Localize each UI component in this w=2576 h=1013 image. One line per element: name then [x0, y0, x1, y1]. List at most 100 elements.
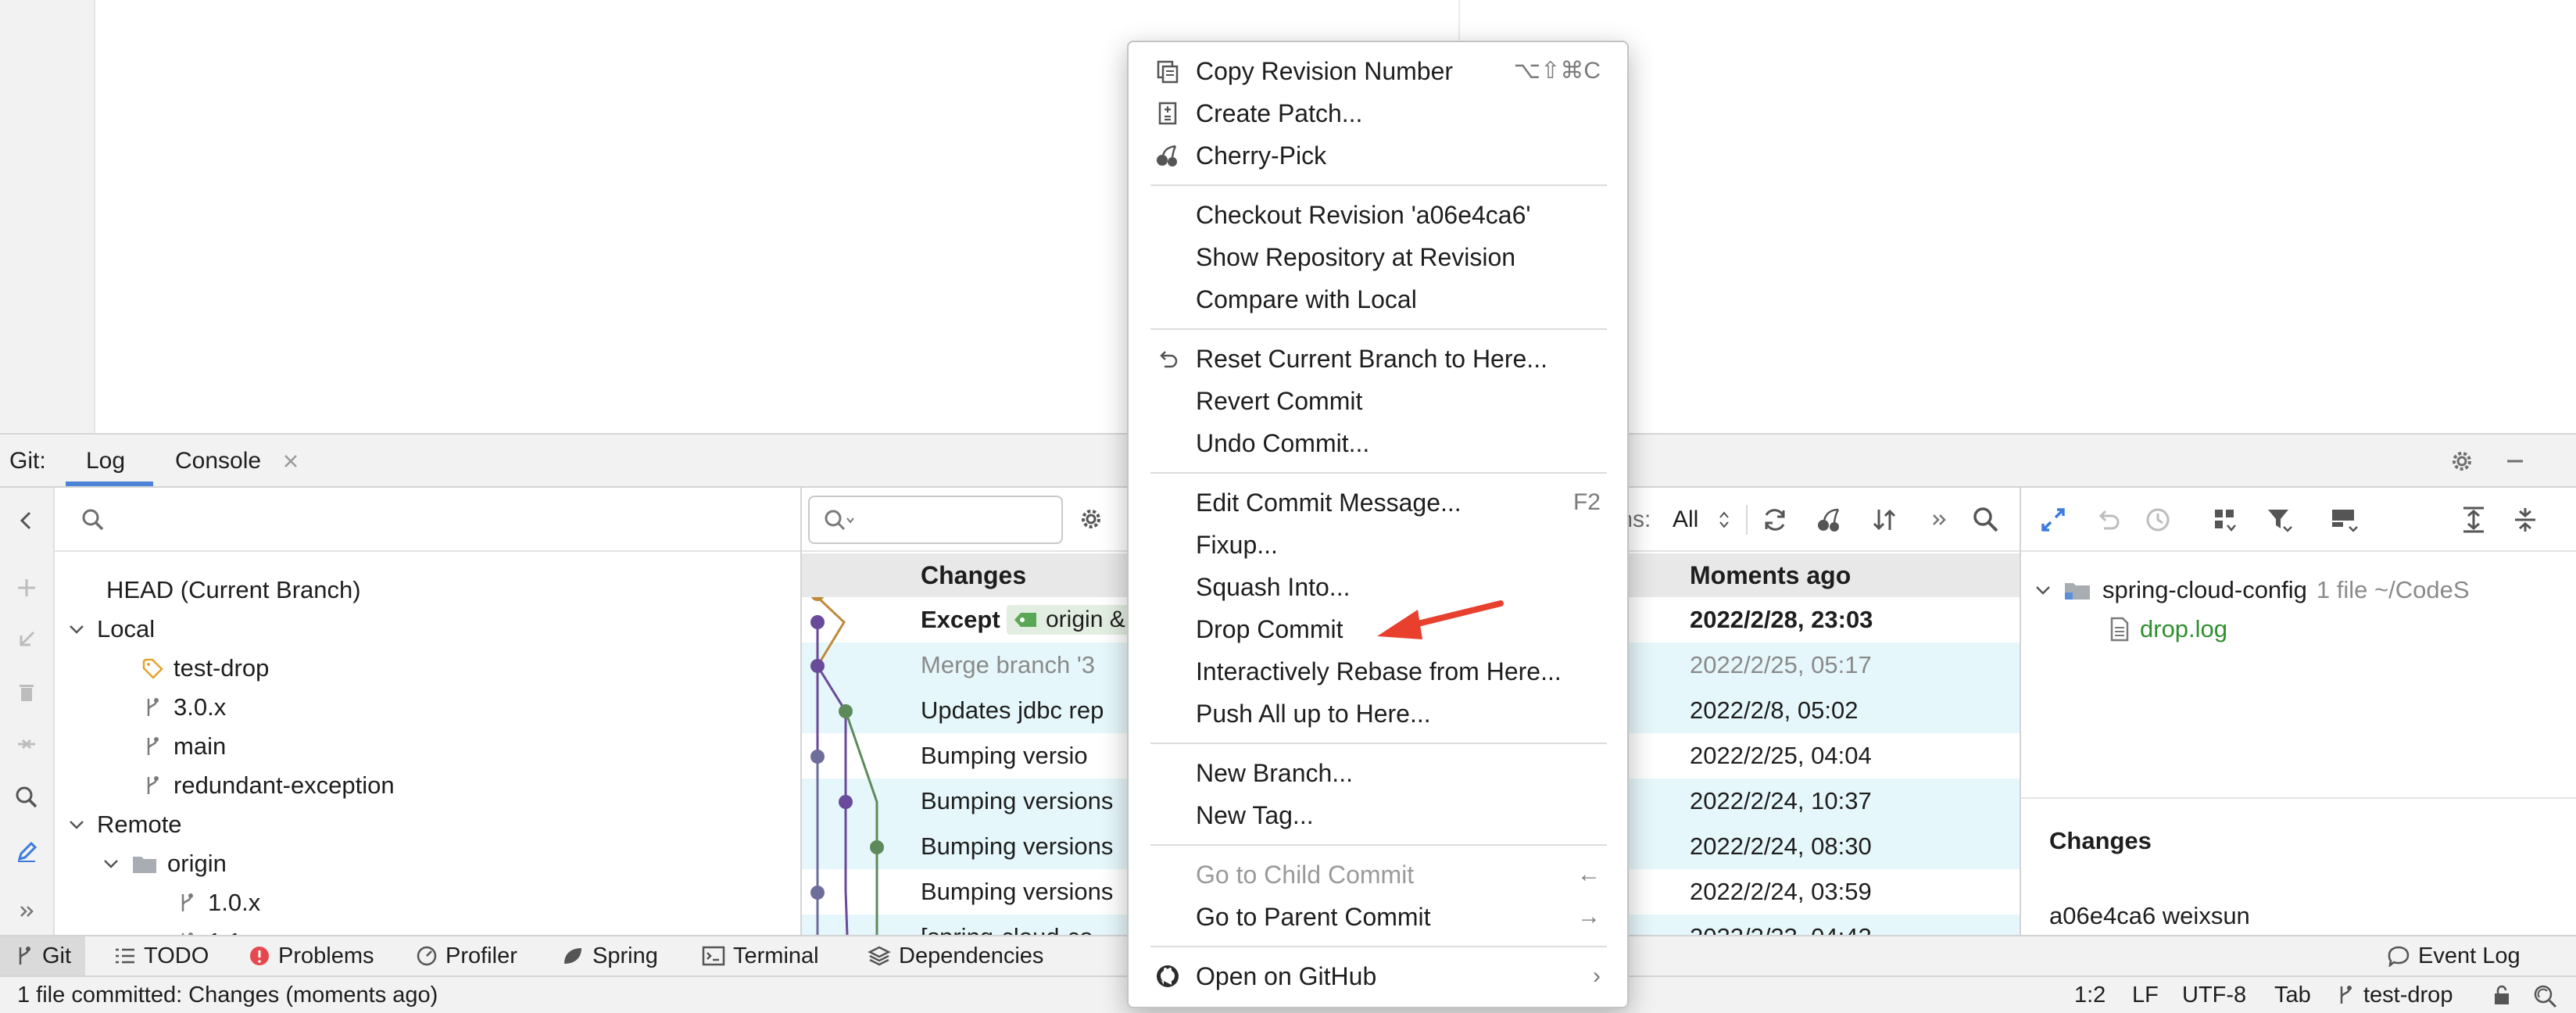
remote-branch-item-1-1-x[interactable]: 1.1.x [175, 922, 260, 935]
tab-log[interactable]: Log [86, 435, 125, 488]
branches-filter-value[interactable]: All [1673, 488, 1698, 552]
menu-item-checkout-revision[interactable]: Checkout Revision 'a06e4ca6' [1129, 194, 1627, 236]
menu-item-interactively-rebase[interactable]: Interactively Rebase from Here... [1129, 650, 1627, 693]
sort-arrows-icon[interactable] [1869, 505, 1899, 535]
tab-console[interactable]: Console [175, 435, 261, 488]
speech-bubble-icon [2388, 946, 2410, 967]
undo-icon[interactable] [2093, 505, 2123, 535]
branch-icon [19, 947, 30, 965]
log-filter-input[interactable] [808, 496, 1063, 544]
group-by-icon[interactable] [2210, 505, 2240, 535]
inspector-icon[interactable] [2532, 983, 2559, 1008]
toolbar-item-todo[interactable]: TODO [114, 936, 209, 975]
menu-item-undo-commit[interactable]: Undo Commit... [1129, 422, 1627, 464]
chevron-down-icon[interactable] [66, 618, 88, 640]
tree-remote-label: Remote [97, 811, 182, 838]
menu-item-show-repository-at-revision[interactable]: Show Repository at Revision [1129, 236, 1627, 278]
branch-item-test-drop[interactable]: test-drop [141, 649, 269, 688]
branch-label: test-drop [174, 654, 270, 682]
history-icon[interactable] [2143, 505, 2173, 535]
details-divider[interactable] [2021, 797, 2576, 799]
changed-repo-node[interactable]: spring-cloud-config 1 file ~/CodeS [2032, 571, 2470, 610]
toolbar-item-event-log[interactable]: Event Log [2387, 936, 2521, 975]
close-tab-icon[interactable] [280, 450, 302, 472]
tree-head[interactable]: HEAD (Current Branch) [106, 571, 361, 610]
toolbar-item-spring[interactable]: Spring [561, 936, 658, 975]
tree-local-group[interactable]: Local [66, 610, 155, 649]
toolbar-item-profiler[interactable]: Profiler [416, 936, 517, 975]
line-separator[interactable]: LF [2132, 977, 2159, 1013]
undo-icon [1155, 346, 1180, 371]
chevron-down-icon[interactable] [66, 814, 88, 836]
compare-arrows-icon[interactable] [2038, 505, 2068, 535]
lock-icon[interactable] [2490, 983, 2513, 1007]
sort-chevrons-icon[interactable] [1718, 510, 1730, 530]
commit-details-panel: spring-cloud-config 1 file ~/CodeS drop.… [2020, 488, 2576, 935]
delete-icon[interactable] [9, 675, 44, 710]
expand-more-icon[interactable] [9, 894, 44, 929]
indent-setting[interactable]: Tab [2274, 977, 2311, 1013]
menu-item-label: Create Patch... [1196, 99, 1363, 127]
refresh-icon[interactable] [1760, 505, 1790, 535]
add-icon[interactable] [9, 571, 44, 605]
changed-file-node[interactable]: drop.log [2109, 610, 2227, 649]
tree-origin-group[interactable]: origin [100, 844, 227, 883]
column-header-changes[interactable]: Changes [921, 553, 1026, 597]
toolbar-item-terminal[interactable]: Terminal [702, 936, 819, 975]
menu-item-open-on-github[interactable]: Open on GitHub › [1129, 955, 1627, 997]
gear-icon[interactable] [2448, 447, 2476, 475]
menu-item-label: Edit Commit Message... [1196, 489, 1462, 517]
branch-search-field[interactable] [55, 488, 800, 552]
menu-item-copy-revision-number[interactable]: Copy Revision Number ⌥⇧⌘C [1129, 50, 1627, 92]
checkout-icon[interactable] [9, 622, 44, 657]
filter-icon[interactable] [2265, 505, 2295, 535]
status-message[interactable]: 1 file committed: Changes (moments ago) [17, 977, 438, 1013]
caret-position[interactable]: 1:2 [2074, 977, 2106, 1013]
menu-item-label: Fixup... [1196, 531, 1278, 559]
profiler-icon [417, 946, 437, 966]
menu-item-compare-with-local[interactable]: Compare with Local [1129, 278, 1627, 320]
toolbar-item-git[interactable]: Git [0, 936, 86, 975]
menu-item-label: New Tag... [1196, 801, 1314, 829]
branch-item-3-0-x[interactable]: 3.0.x [141, 688, 226, 727]
more-actions-icon[interactable] [1929, 510, 1949, 530]
cherry-pick-icon[interactable] [1815, 505, 1844, 535]
minimize-icon[interactable] [2501, 447, 2529, 475]
menu-item-go-to-parent-commit[interactable]: Go to Parent Commit → [1129, 896, 1627, 938]
menu-item-reset-current-branch[interactable]: Reset Current Branch to Here... [1129, 338, 1627, 380]
menu-item-label: Revert Commit [1196, 387, 1363, 415]
menu-shortcut: ← [1577, 861, 1601, 887]
current-branch[interactable]: test-drop [2363, 977, 2453, 1013]
tree-remote-group[interactable]: Remote [66, 805, 182, 844]
toolbar-item-dependencies[interactable]: Dependencies [868, 936, 1043, 975]
menu-item-edit-commit-message[interactable]: Edit Commit Message... F2 [1129, 481, 1627, 524]
menu-item-create-patch[interactable]: Create Patch... [1129, 92, 1627, 134]
menu-item-fixup[interactable]: Fixup... [1129, 524, 1627, 566]
toolbar-item-problems[interactable]: Problems [249, 936, 374, 975]
collapse-all-icon[interactable] [2510, 505, 2540, 535]
search-icon[interactable] [1971, 505, 2001, 535]
merge-icon[interactable] [9, 727, 44, 761]
branch-item-main[interactable]: main [141, 727, 226, 766]
back-icon[interactable] [9, 503, 44, 538]
commit-subject: Updates jdbc rep [921, 696, 1104, 724]
chevron-down-icon[interactable] [100, 853, 122, 875]
layout-icon[interactable] [2329, 505, 2362, 535]
remote-branch-item-1-0-x[interactable]: 1.0.x [175, 883, 260, 922]
menu-item-cherry-pick[interactable]: Cherry-Pick [1129, 134, 1627, 177]
gear-icon[interactable] [1077, 505, 1108, 536]
branch-item-redundant-exception[interactable]: redundant-exception [141, 766, 395, 805]
menu-item-new-tag[interactable]: New Tag... [1129, 794, 1627, 836]
menu-item-go-to-child-commit[interactable]: Go to Child Commit ← [1129, 854, 1627, 896]
chevron-down-icon[interactable] [2032, 579, 2054, 601]
file-encoding[interactable]: UTF-8 [2182, 977, 2246, 1013]
menu-item-label: Undo Commit... [1196, 429, 1370, 457]
menu-item-revert-commit[interactable]: Revert Commit [1129, 380, 1627, 422]
edit-pencil-icon[interactable] [9, 835, 44, 869]
search-icon[interactable] [9, 780, 44, 814]
error-icon [250, 947, 269, 965]
column-header-date[interactable]: Moments ago [1690, 553, 1851, 597]
menu-item-push-all-up-to-here[interactable]: Push All up to Here... [1129, 693, 1627, 735]
menu-item-new-branch[interactable]: New Branch... [1129, 752, 1627, 794]
expand-all-icon[interactable] [2459, 505, 2488, 535]
